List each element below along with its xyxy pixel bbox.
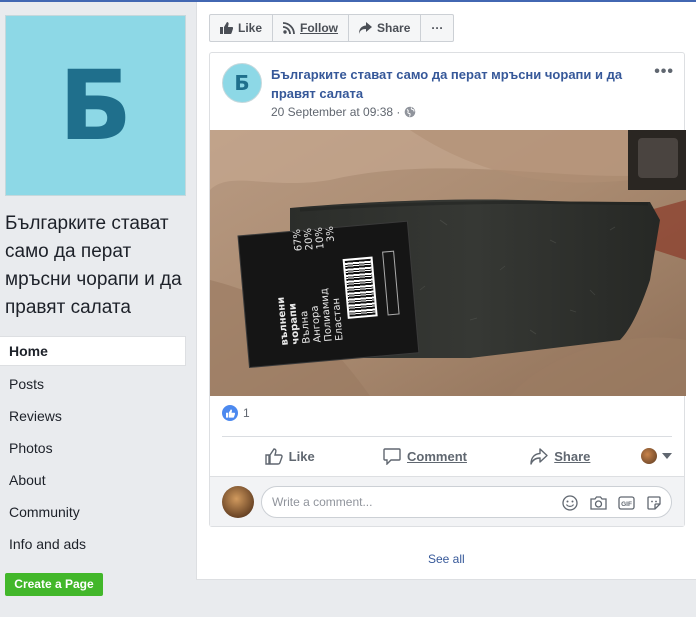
- thumbs-up-outline-icon: [264, 447, 283, 465]
- see-all-link[interactable]: See all: [428, 552, 465, 566]
- globe-icon[interactable]: [404, 106, 416, 118]
- reaction-summary[interactable]: 1: [222, 405, 250, 421]
- thumbs-up-icon: [220, 22, 233, 34]
- nav-item-about[interactable]: About: [0, 464, 186, 496]
- sticker-icon[interactable]: [645, 494, 663, 512]
- post-author-avatar[interactable]: Б: [222, 63, 262, 103]
- page-action-bar: Like Follow Share ···: [209, 14, 455, 42]
- comment-bubble-icon: [383, 447, 401, 465]
- post-share-button[interactable]: Share: [493, 447, 628, 465]
- sock-tag: вълнени чорапи Вълна 67% Ангора 20% Полиам…: [240, 219, 419, 367]
- gif-icon[interactable]: GIF: [617, 494, 635, 512]
- left-column: Б Българките стават само да перат мръсни…: [0, 2, 196, 617]
- post-photo[interactable]: вълнени чорапи Вълна 67% Ангора 20% Полиам…: [210, 130, 686, 396]
- post-share-label: Share: [554, 448, 591, 464]
- page-nav: Home Posts Reviews Photos About Communit…: [0, 336, 186, 560]
- reaction-count: 1: [243, 406, 250, 420]
- page-more-button[interactable]: ···: [421, 15, 453, 41]
- page-title[interactable]: Българките стават само да перат мръсни ч…: [5, 210, 191, 322]
- nav-item-posts[interactable]: Posts: [0, 368, 186, 400]
- page-follow-button[interactable]: Follow: [273, 15, 350, 41]
- page-follow-label: Follow: [300, 21, 339, 35]
- post-meta: 20 September at 09:38 ·: [271, 105, 416, 119]
- post-options-button[interactable]: •••: [654, 63, 674, 81]
- share-arrow-icon: [359, 22, 373, 34]
- nav-item-home[interactable]: Home: [0, 336, 186, 366]
- camera-icon[interactable]: [589, 494, 607, 512]
- nav-item-reviews[interactable]: Reviews: [0, 400, 186, 432]
- page-like-button[interactable]: Like: [210, 15, 274, 41]
- comment-composer: GIF: [210, 476, 684, 526]
- tag-fiber: Еластан: [330, 297, 346, 342]
- post-timestamp[interactable]: 20 September at 09:38 ·: [271, 105, 400, 119]
- like-reaction-icon: [222, 405, 238, 421]
- tag-percent: 3%: [324, 225, 338, 243]
- divider: [222, 436, 672, 437]
- post-card: Б Българките стават само да перат мръсни…: [209, 52, 686, 527]
- comment-box[interactable]: GIF: [261, 486, 672, 518]
- post-actions: Like Comment Share: [222, 438, 672, 474]
- nav-item-photos[interactable]: Photos: [0, 432, 186, 464]
- barcode: [342, 256, 378, 319]
- comment-tools: GIF: [561, 494, 663, 512]
- post-comment-button[interactable]: Comment: [357, 447, 492, 465]
- svg-text:GIF: GIF: [621, 501, 632, 508]
- post-author-name[interactable]: Българките стават само да перат мръсни ч…: [271, 65, 651, 103]
- page-like-label: Like: [238, 21, 263, 35]
- post-as-selector[interactable]: [628, 448, 672, 464]
- page-initial: Б: [58, 49, 133, 162]
- nav-item-community[interactable]: Community: [0, 496, 186, 528]
- create-page-button[interactable]: Create a Page: [5, 573, 103, 596]
- share-outline-icon: [530, 447, 548, 465]
- care-symbols: [382, 250, 400, 316]
- more-icon: ···: [431, 21, 444, 35]
- user-avatar[interactable]: [222, 486, 254, 518]
- nav-item-info-and-ads[interactable]: Info and ads: [0, 528, 186, 560]
- emoji-icon[interactable]: [561, 494, 579, 512]
- post-like-button[interactable]: Like: [222, 447, 357, 465]
- post-author-initial: Б: [234, 71, 250, 95]
- post-like-label: Like: [288, 448, 315, 464]
- page-profile-picture[interactable]: Б: [5, 15, 186, 196]
- caret-down-icon: [661, 453, 672, 459]
- post-comment-label: Comment: [407, 448, 467, 464]
- page-share-button[interactable]: Share: [349, 15, 422, 41]
- page-share-label: Share: [377, 21, 411, 35]
- user-avatar-small: [640, 448, 657, 464]
- comment-input[interactable]: [272, 495, 552, 509]
- rss-icon: [283, 22, 295, 34]
